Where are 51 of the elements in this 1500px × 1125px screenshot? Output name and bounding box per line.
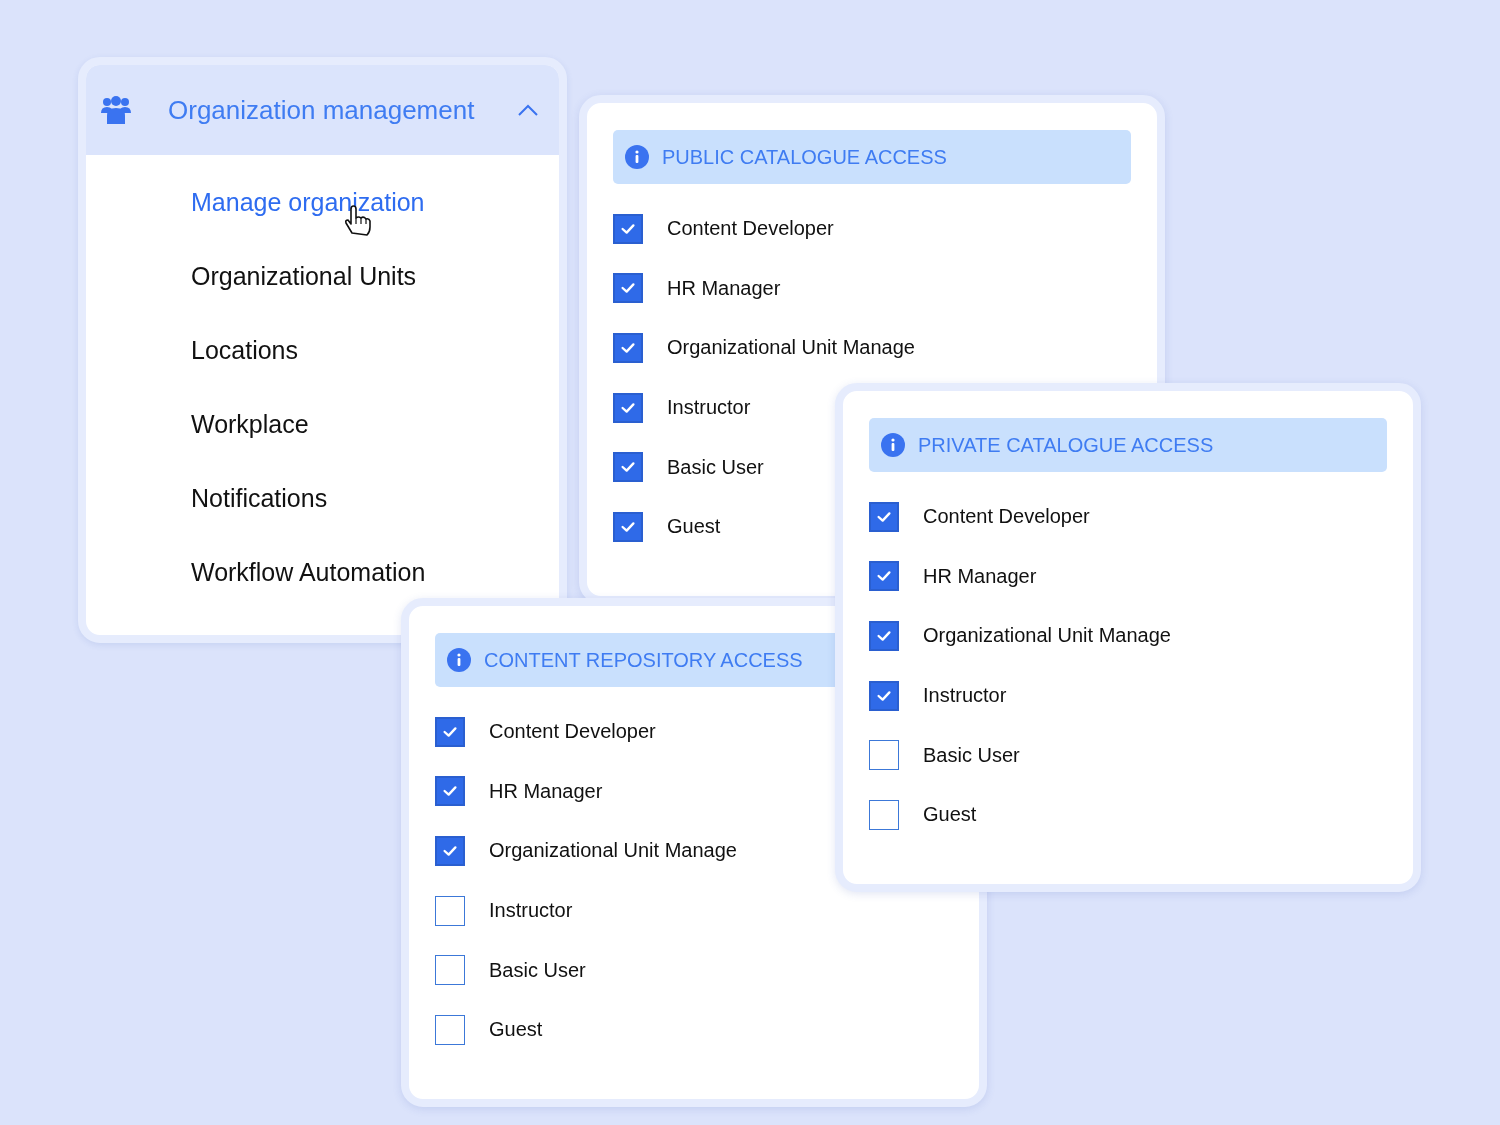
checkbox[interactable] [613, 452, 643, 483]
checkbox[interactable] [613, 511, 643, 542]
menu-title: Organization management [168, 94, 476, 126]
menu-item[interactable]: Notifications [191, 483, 328, 513]
info-icon [447, 648, 471, 672]
checkbox[interactable] [869, 799, 899, 830]
panel-title: CONTENT REPOSITORY ACCESS [484, 648, 803, 672]
role-label: Organizational Unit Manage [489, 839, 737, 863]
info-icon [881, 433, 905, 457]
role-label: Guest [489, 1018, 543, 1042]
role-label: HR Manager [667, 276, 781, 300]
menu-item[interactable]: Workplace [191, 409, 309, 439]
role-label: Basic User [923, 743, 1020, 767]
checkbox[interactable] [435, 836, 465, 866]
checkbox[interactable] [435, 895, 465, 926]
role-label: Content Developer [923, 505, 1090, 529]
menu-item[interactable]: Locations [191, 335, 299, 365]
role-label: Guest [667, 515, 721, 539]
menu-item[interactable]: Workflow Automation [191, 557, 426, 587]
role-label: Instructor [923, 684, 1007, 708]
panel-title: PUBLIC CATALOGUE ACCESS [662, 145, 947, 169]
checkbox[interactable] [869, 621, 899, 651]
checkbox[interactable] [435, 1014, 465, 1045]
checkbox[interactable] [613, 213, 643, 244]
role-label: Basic User [667, 455, 764, 479]
chevron-icon [517, 103, 539, 117]
role-label: Content Developer [667, 217, 834, 241]
role-label: HR Manager [489, 779, 603, 803]
checkbox[interactable] [613, 392, 643, 423]
checkbox[interactable] [435, 716, 465, 747]
checkbox[interactable] [435, 955, 465, 986]
role-label: Content Developer [489, 720, 656, 744]
role-label: Guest [923, 803, 977, 827]
role-label: Instructor [489, 899, 573, 923]
checkbox[interactable] [869, 680, 899, 711]
menu-item[interactable]: Organizational Units [191, 261, 417, 291]
checkbox[interactable] [435, 776, 465, 807]
role-label: Organizational Unit Manage [667, 336, 915, 360]
checkbox[interactable] [869, 501, 899, 532]
menu-item[interactable]: Manage organization [191, 187, 425, 217]
role-label: Organizational Unit Manage [923, 624, 1171, 648]
info-icon [625, 145, 649, 169]
checkbox[interactable] [613, 333, 643, 363]
panel-title: PRIVATE CATALOGUE ACCESS [918, 433, 1214, 457]
checkbox[interactable] [613, 273, 643, 304]
people-icon [100, 94, 132, 126]
role-label: Instructor [667, 396, 751, 420]
checkbox[interactable] [869, 740, 899, 771]
role-label: Basic User [489, 958, 586, 982]
checkbox[interactable] [869, 561, 899, 592]
role-label: HR Manager [923, 564, 1037, 588]
